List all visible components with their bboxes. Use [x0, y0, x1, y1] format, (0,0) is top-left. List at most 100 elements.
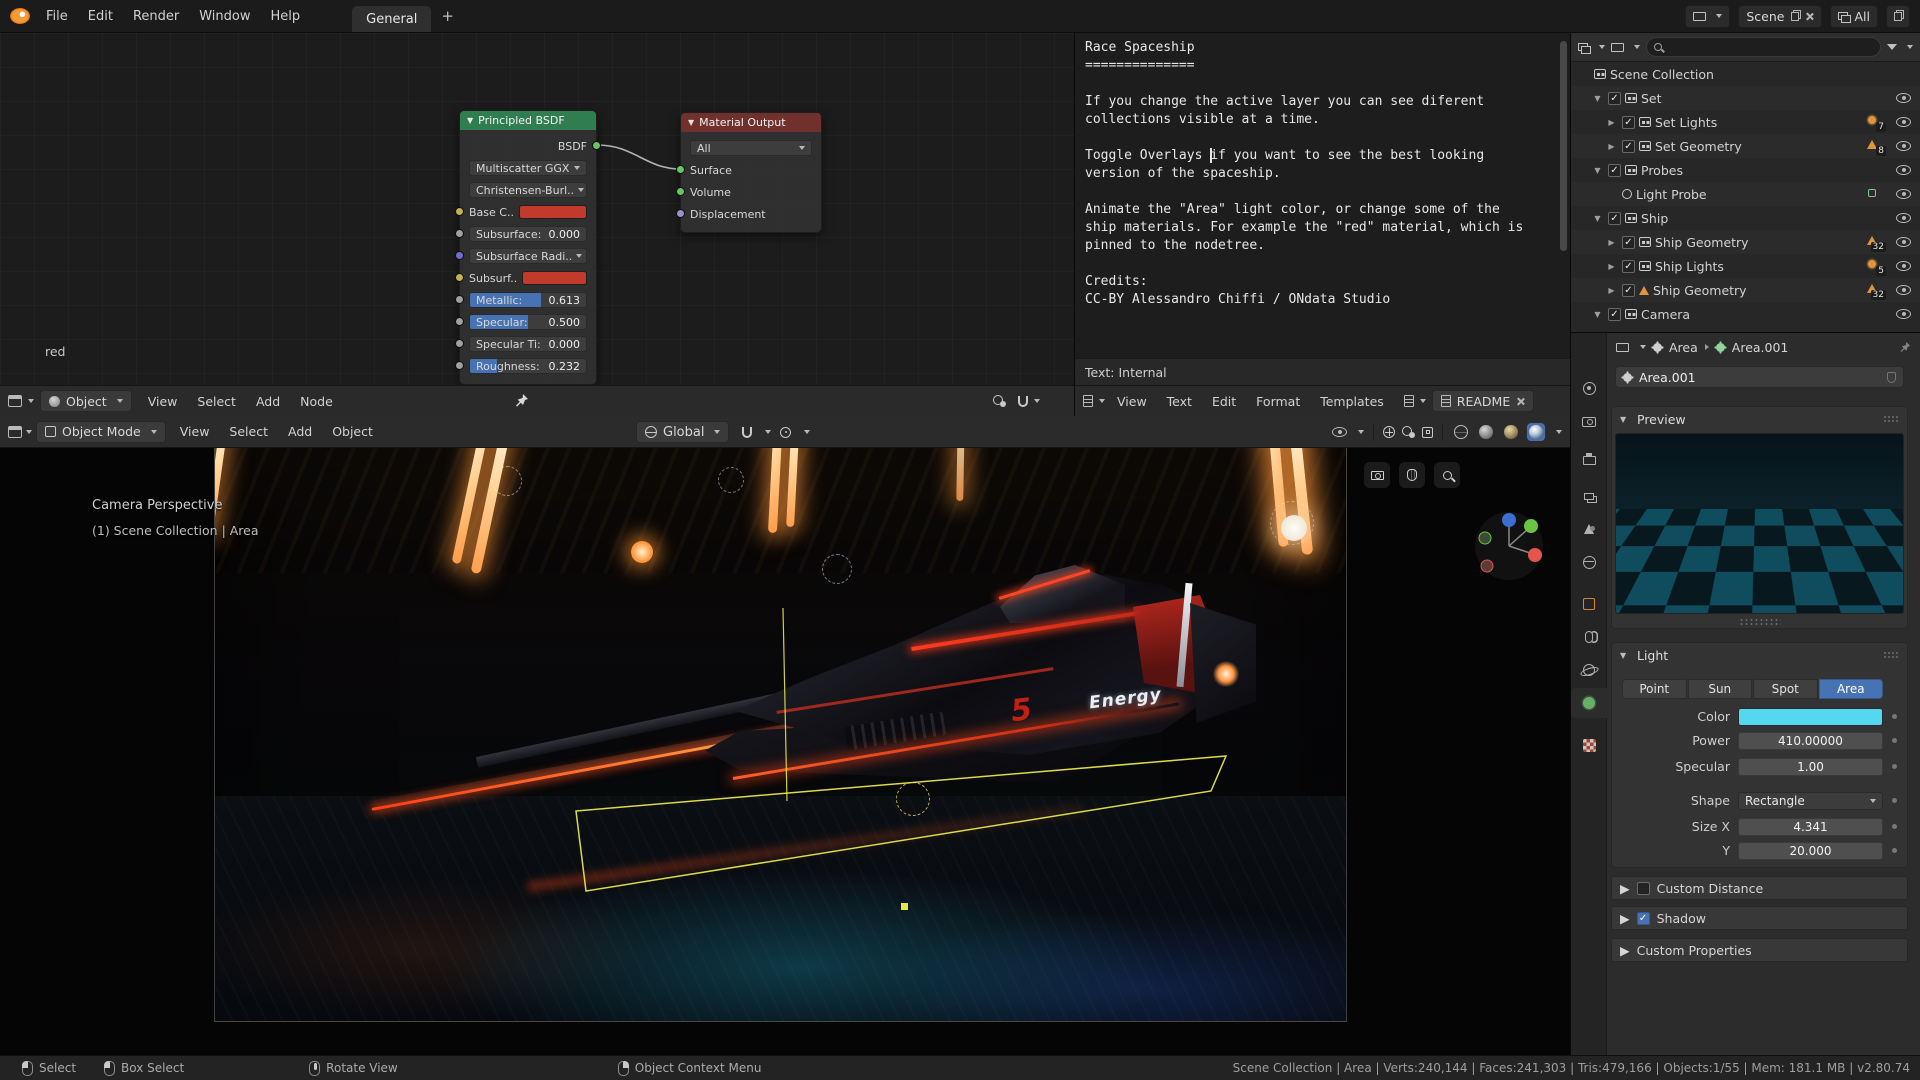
- collection-checkbox[interactable]: ✓: [1608, 212, 1621, 225]
- new-text-icon[interactable]: [1404, 395, 1414, 407]
- material-output-node[interactable]: ▼ Material Output All SurfaceVolumeDispl…: [680, 112, 822, 233]
- animate-dot-icon[interactable]: [1892, 798, 1897, 803]
- disclosure-icon[interactable]: ▶: [1620, 943, 1630, 958]
- outliner-row[interactable]: Light Probe: [1571, 182, 1920, 206]
- specular-field[interactable]: 1.00: [1738, 758, 1883, 776]
- principled-bsdf-node[interactable]: ▼ Principled BSDF BSDF Multiscatter GGX …: [459, 110, 597, 385]
- shadow-checkbox[interactable]: ✓: [1637, 912, 1650, 925]
- tab-render[interactable]: [1571, 407, 1607, 437]
- drag-grip-icon[interactable]: [1883, 651, 1899, 659]
- disclosure-icon[interactable]: ▶: [1605, 262, 1618, 271]
- editor-type-icon[interactable]: [1083, 395, 1093, 407]
- xray-toggle-icon[interactable]: [1422, 427, 1433, 438]
- outliner-row[interactable]: ▶✓Set Geometry8: [1571, 134, 1920, 158]
- shading-rendered-button[interactable]: [1527, 423, 1545, 441]
- menu-item[interactable]: Edit: [1202, 394, 1246, 409]
- outliner-row[interactable]: ▼✓Set: [1571, 86, 1920, 110]
- outliner-item-label[interactable]: Probes: [1641, 163, 1683, 178]
- node-header[interactable]: ▼ Principled BSDF: [460, 111, 596, 130]
- view-layer-selector[interactable]: All: [1830, 5, 1879, 28]
- collection-checkbox[interactable]: ✓: [1622, 140, 1635, 153]
- tab-world[interactable]: [1571, 547, 1607, 577]
- unlink-text-icon[interactable]: [1516, 397, 1525, 406]
- node-input-row[interactable]: Base C..: [469, 202, 587, 222]
- disclosure-icon[interactable]: ▶: [1605, 142, 1618, 151]
- input-socket-icon[interactable]: [455, 295, 464, 304]
- snap-options-chevron[interactable]: [765, 430, 771, 434]
- power-field[interactable]: 410.00000: [1738, 732, 1883, 750]
- node-input-row[interactable]: Volume: [690, 182, 812, 202]
- value-slider[interactable]: Metallic:0.613: [469, 292, 587, 308]
- proportional-edit-icon[interactable]: [780, 427, 791, 438]
- outliner-item-label[interactable]: Camera: [1641, 307, 1690, 322]
- node-input-row[interactable]: Surface: [690, 160, 812, 180]
- input-socket-icon[interactable]: [455, 361, 464, 370]
- text-editor[interactable]: Race Spaceship ============== If you cha…: [1075, 33, 1571, 416]
- zoom-view-button[interactable]: [1434, 462, 1460, 488]
- menu-item[interactable]: Text: [1157, 394, 1202, 409]
- collapse-icon[interactable]: ▼: [688, 118, 694, 127]
- disclosure-icon[interactable]: ▼: [1591, 214, 1604, 223]
- snap-magnet-icon[interactable]: [742, 427, 752, 438]
- breadcrumb-data[interactable]: Area.001: [1732, 340, 1789, 355]
- disclosure-icon[interactable]: ▼: [1591, 94, 1604, 103]
- menu-item[interactable]: Edit: [78, 9, 123, 24]
- value-slider[interactable]: Specular Ti:0.000: [469, 336, 587, 352]
- shading-solid-button[interactable]: [1477, 423, 1495, 441]
- menu-item[interactable]: Select: [187, 394, 246, 409]
- light-color-swatch[interactable]: [1738, 708, 1883, 726]
- tab-physics[interactable]: [1571, 655, 1607, 685]
- show-overlays-icon[interactable]: [1402, 426, 1415, 438]
- tab-object[interactable]: [1571, 589, 1607, 619]
- outliner-row[interactable]: ▶✓Ship Lights5: [1571, 254, 1920, 278]
- target-dropdown[interactable]: All: [690, 140, 812, 156]
- mode-dropdown[interactable]: Object Mode: [36, 421, 166, 443]
- disclosure-icon[interactable]: ▶: [1620, 911, 1630, 926]
- shape-dropdown[interactable]: Rectangle: [1738, 792, 1883, 810]
- custom-distance-checkbox[interactable]: [1637, 882, 1650, 895]
- outliner-item-label[interactable]: Ship Geometry: [1655, 235, 1749, 250]
- input-socket-icon[interactable]: [676, 187, 685, 196]
- menu-item[interactable]: Add: [278, 424, 322, 439]
- scrollbar[interactable]: [1560, 41, 1567, 251]
- transform-orientation-dropdown[interactable]: Global: [636, 421, 729, 443]
- filter-icon[interactable]: [1887, 44, 1897, 50]
- input-socket-icon[interactable]: [455, 317, 464, 326]
- navigation-gizmo[interactable]: [1473, 510, 1545, 582]
- scene-browse-dropdown[interactable]: [1685, 5, 1730, 28]
- menu-item[interactable]: Select: [219, 424, 278, 439]
- custom-properties-panel[interactable]: ▶ Custom Properties: [1611, 938, 1908, 962]
- outliner-row[interactable]: ▶✓Ship Geometry32: [1571, 230, 1920, 254]
- node-input-row[interactable]: Subsurface Radi..: [469, 246, 587, 266]
- animate-dot-icon[interactable]: [1892, 738, 1897, 743]
- camera-view-button[interactable]: [1364, 462, 1390, 488]
- disclosure-icon[interactable]: ▶: [1620, 881, 1630, 896]
- dropdown-field[interactable]: Subsurface Radi..: [469, 248, 587, 264]
- collection-checkbox[interactable]: ✓: [1622, 236, 1635, 249]
- light-type-point[interactable]: Point: [1622, 679, 1687, 699]
- node-input-row[interactable]: Subsurface:0.000: [469, 224, 587, 244]
- hide-in-viewport-icon[interactable]: [1896, 237, 1911, 247]
- breadcrumb-object[interactable]: Area: [1669, 340, 1698, 355]
- disclosure-icon[interactable]: ▼: [1591, 310, 1604, 319]
- menu-item[interactable]: View: [138, 394, 188, 409]
- auto-render-icon[interactable]: [993, 395, 1006, 407]
- collection-checkbox[interactable]: ✓: [1622, 260, 1635, 273]
- input-socket-icon[interactable]: [455, 251, 464, 260]
- shading-wireframe-button[interactable]: [1452, 423, 1470, 441]
- value-slider[interactable]: Roughness:0.232: [469, 358, 587, 374]
- menu-item[interactable]: File: [36, 9, 78, 24]
- outliner-row[interactable]: Scene Collection: [1571, 62, 1920, 86]
- light-type-area[interactable]: Area: [1819, 679, 1884, 699]
- resize-grip-icon[interactable]: [1739, 618, 1781, 625]
- tab-scene[interactable]: [1571, 514, 1607, 544]
- tab-tool[interactable]: [1571, 373, 1607, 403]
- collection-checkbox[interactable]: ✓: [1608, 164, 1621, 177]
- bsdf-output-socket[interactable]: [592, 141, 601, 150]
- preview-panel-header[interactable]: ▼ Preview: [1612, 407, 1907, 431]
- menu-item[interactable]: Node: [290, 394, 343, 409]
- color-swatch[interactable]: [522, 271, 587, 285]
- new-scene-icon[interactable]: [1791, 12, 1799, 21]
- search-input[interactable]: [1667, 39, 1873, 55]
- outliner[interactable]: Scene Collection▼✓Set▶✓Set Lights7▶✓Set …: [1571, 33, 1920, 333]
